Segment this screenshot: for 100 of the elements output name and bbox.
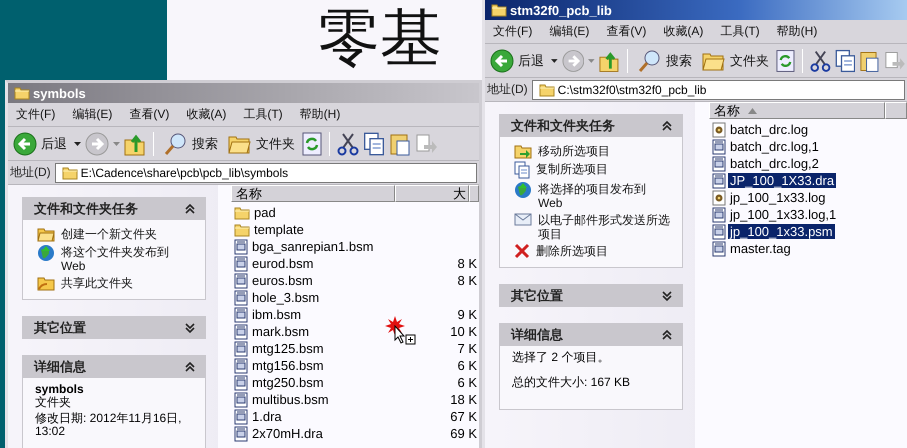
folder-icon [538,82,555,96]
file-size: 6 K [457,375,477,390]
task-link[interactable]: 将这个文件夹发布到 Web [37,245,199,273]
file-icon [234,256,248,272]
menu-item[interactable]: 帮助(H) [294,106,346,123]
menu-item[interactable]: 文件(F) [10,106,62,123]
task-link[interactable]: 以电子邮件形式发送所选项目 [514,213,676,241]
cut-icon[interactable] [337,132,359,156]
menu-item[interactable]: 编辑(E) [543,23,596,40]
window-title: stm32f0_pcb_lib [510,2,612,18]
file-name[interactable]: batch_drc.log,2 [728,156,821,171]
panel-header[interactable]: 文件和文件夹任务 [499,114,683,137]
folders-button[interactable]: 文件夹 [698,48,772,74]
task-link[interactable]: 创建一个新文件夹 [37,227,199,242]
dropdown-caret-icon[interactable] [551,58,558,62]
panel-header[interactable]: 其它位置 [22,316,206,339]
collapse-chevron-icon[interactable] [661,328,673,340]
file-icon [234,340,248,356]
folder-icon [234,222,250,236]
panel-title: 详细信息 [511,326,563,344]
file-icon [234,358,248,374]
menu-item[interactable]: 收藏(A) [180,106,232,123]
task-link[interactable]: 复制所选项目 [514,162,676,179]
task-link[interactable]: 移动所选项目 [514,144,676,159]
globe-icon [514,181,532,199]
file-icon [712,224,726,240]
collapse-chevron-icon[interactable] [661,120,673,132]
file-name[interactable]: JP_100_1X33.dra [728,173,836,188]
collapse-chevron-icon[interactable] [184,202,196,214]
column-header[interactable] [469,185,479,202]
column-header[interactable] [885,102,907,119]
menu-item[interactable]: 编辑(E) [66,106,118,123]
file-name[interactable]: 2x70mH.dra [250,426,325,441]
file-name[interactable]: jp_100_1x33.log,1 [728,207,838,222]
search-icon [164,132,188,156]
task-link[interactable]: 删除所选项目 [514,244,676,259]
file-name[interactable]: pad [252,205,278,220]
folder-icon [14,86,30,100]
refresh-icon[interactable] [776,48,795,72]
file-name[interactable]: batch_drc.log,1 [728,139,821,154]
menu-item[interactable]: 文件(F) [487,23,538,40]
copy-icon [363,132,385,156]
file-size: 18 K [450,392,477,407]
back-button[interactable]: 后退 [487,46,547,74]
file-name[interactable]: template [252,222,306,237]
file-icon [234,392,248,408]
file-icon [234,374,248,390]
menu-item[interactable]: 查看(V) [600,23,652,40]
menu-item[interactable]: 帮助(H) [770,23,824,40]
panel-header[interactable]: 其它位置 [499,284,683,307]
back-button[interactable]: 后退 [10,130,70,158]
file-name[interactable]: hole_3.bsm [250,290,322,305]
file-name[interactable]: jp_100_1x33.psm [728,224,835,239]
expand-chevron-icon[interactable] [184,322,196,334]
panel-header[interactable]: 详细信息 [22,355,206,378]
column-header[interactable]: 名称 [231,185,395,202]
column-header[interactable]: 名称 [709,102,885,119]
envelope-icon [514,212,532,226]
move-to-icon[interactable] [415,132,437,156]
search-icon [638,48,662,72]
address-field[interactable]: C:\stm32f0\stm32f0_pcb_lib [532,80,905,100]
task-link[interactable]: 共享此文件夹 [37,276,199,291]
search-button[interactable]: 搜索 [634,46,695,74]
expand-chevron-icon[interactable] [661,290,673,302]
refresh-icon[interactable] [302,132,322,156]
paste-icon[interactable] [389,132,411,156]
file-name[interactable]: ibm.bsm [250,307,304,322]
file-icon [234,408,248,424]
slide-title: 零基 [318,4,442,72]
copy-icon [834,48,856,72]
file-name[interactable]: 1.dra [250,409,284,424]
file-name[interactable]: master.tag [728,241,793,256]
menu-item[interactable]: 收藏(A) [657,23,710,40]
folders-button[interactable]: 文件夹 [225,130,298,156]
file-icon [234,272,248,288]
file-name[interactable]: eurod.bsm [250,256,316,271]
menu-item[interactable]: 工具(T) [237,106,289,123]
file-name[interactable]: bga_sanrepian1.bsm [250,239,376,254]
file-name[interactable]: euros.bsm [250,273,315,288]
file-name[interactable]: mtg156.bsm [250,358,326,373]
menu-item[interactable]: 工具(T) [714,23,766,40]
drag-cursor-icon [385,316,417,346]
file-name[interactable]: mark.bsm [250,324,312,339]
file-name[interactable]: jp_100_1x33.log [728,190,828,205]
dropdown-caret-icon[interactable] [74,142,81,146]
address-field[interactable]: E:\Cadence\share\pcb\pcb_lib\symbols [54,162,477,182]
collapse-chevron-icon[interactable] [184,360,196,372]
task-link[interactable]: 将选择的项目发布到 Web [514,182,676,210]
file-name[interactable]: multibus.bsm [250,392,331,407]
file-name[interactable]: mtg250.bsm [250,375,326,390]
menu-item[interactable]: 查看(V) [123,106,176,123]
detail-text: 修改日期: 2012年11月16日, 13:02 [35,412,183,438]
column-header[interactable]: 大 [394,185,469,202]
file-name[interactable]: mtg125.bsm [250,341,326,356]
gear-document-icon [712,190,726,206]
panel-header[interactable]: 详细信息 [499,323,683,346]
cut-icon[interactable] [810,48,831,72]
panel-header[interactable]: 文件和文件夹任务 [22,197,206,220]
file-name[interactable]: batch_drc.log [728,122,810,137]
search-button[interactable]: 搜索 [161,130,221,158]
